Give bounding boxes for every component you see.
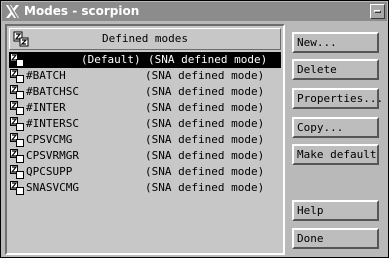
mode-icon [10,85,24,99]
list-rows: (Default) (SNA defined mode) #BATCH (SNA… [9,52,281,196]
mode-description: (SNA defined mode) [145,101,265,114]
title-bar[interactable]: Modes - scorpion [2,2,387,21]
done-button[interactable]: Done [292,228,379,249]
modes-window: Modes - scorpion Defined modes (Default)… [0,0,389,258]
window-menu-icon[interactable] [370,4,385,19]
mode-icon [10,165,24,179]
list-item[interactable]: (Default) (SNA defined mode) [9,52,281,68]
help-button[interactable]: Help [292,200,379,221]
mode-icon [10,181,24,195]
list-item[interactable]: #INTERSC (SNA defined mode) [9,116,281,132]
list-item[interactable]: #BATCHSC (SNA defined mode) [9,84,281,100]
mode-icon [10,149,24,163]
list-item[interactable]: QPCSUPP (SNA defined mode) [9,164,281,180]
list-item[interactable]: CPSVCMG (SNA defined mode) [9,132,281,148]
mode-icon [10,101,24,115]
mode-description: (SNA defined mode) [145,133,265,146]
copy-button[interactable]: Copy... [292,117,379,138]
mode-name: #BATCHSC [26,85,79,98]
mode-description: (SNA defined mode) [148,53,268,66]
mode-description: (SNA defined mode) [145,181,265,194]
window-title: Modes - scorpion [24,4,140,18]
list-header: Defined modes [9,28,281,50]
mode-name: #INTER [26,101,66,114]
mode-name: (Default) [81,53,141,66]
mode-name: SNASVCMG [26,181,79,194]
list-item[interactable]: SNASVCMG (SNA defined mode) [9,180,281,196]
mode-icon [10,133,24,147]
mode-name: #INTERSC [26,117,79,130]
properties-button[interactable]: Properties... [292,88,383,109]
list-item[interactable]: #INTER (SNA defined mode) [9,100,281,116]
delete-button[interactable]: Delete [292,59,379,80]
list-header-label: Defined modes [101,32,189,45]
mode-name: CPSVCMG [26,133,73,146]
mode-icon [10,53,24,67]
mode-name: CPSVRMGR [26,149,79,162]
mode-name: QPCSUPP [26,165,73,178]
new-button[interactable]: New... [292,32,379,53]
mode-description: (SNA defined mode) [145,149,265,162]
mode-icon [10,117,24,131]
modes-list[interactable]: Defined modes (Default) (SNA defined mod… [5,24,285,255]
x-logo-icon [6,5,19,18]
mode-icon [10,69,24,83]
make-default-button[interactable]: Make default [292,144,379,165]
mode-description: (SNA defined mode) [145,69,265,82]
mode-description: (SNA defined mode) [145,165,265,178]
list-item[interactable]: #BATCH (SNA defined mode) [9,68,281,84]
mode-description: (SNA defined mode) [145,117,265,130]
mode-description: (SNA defined mode) [145,85,265,98]
list-item[interactable]: CPSVRMGR (SNA defined mode) [9,148,281,164]
mode-name: #BATCH [26,69,66,82]
